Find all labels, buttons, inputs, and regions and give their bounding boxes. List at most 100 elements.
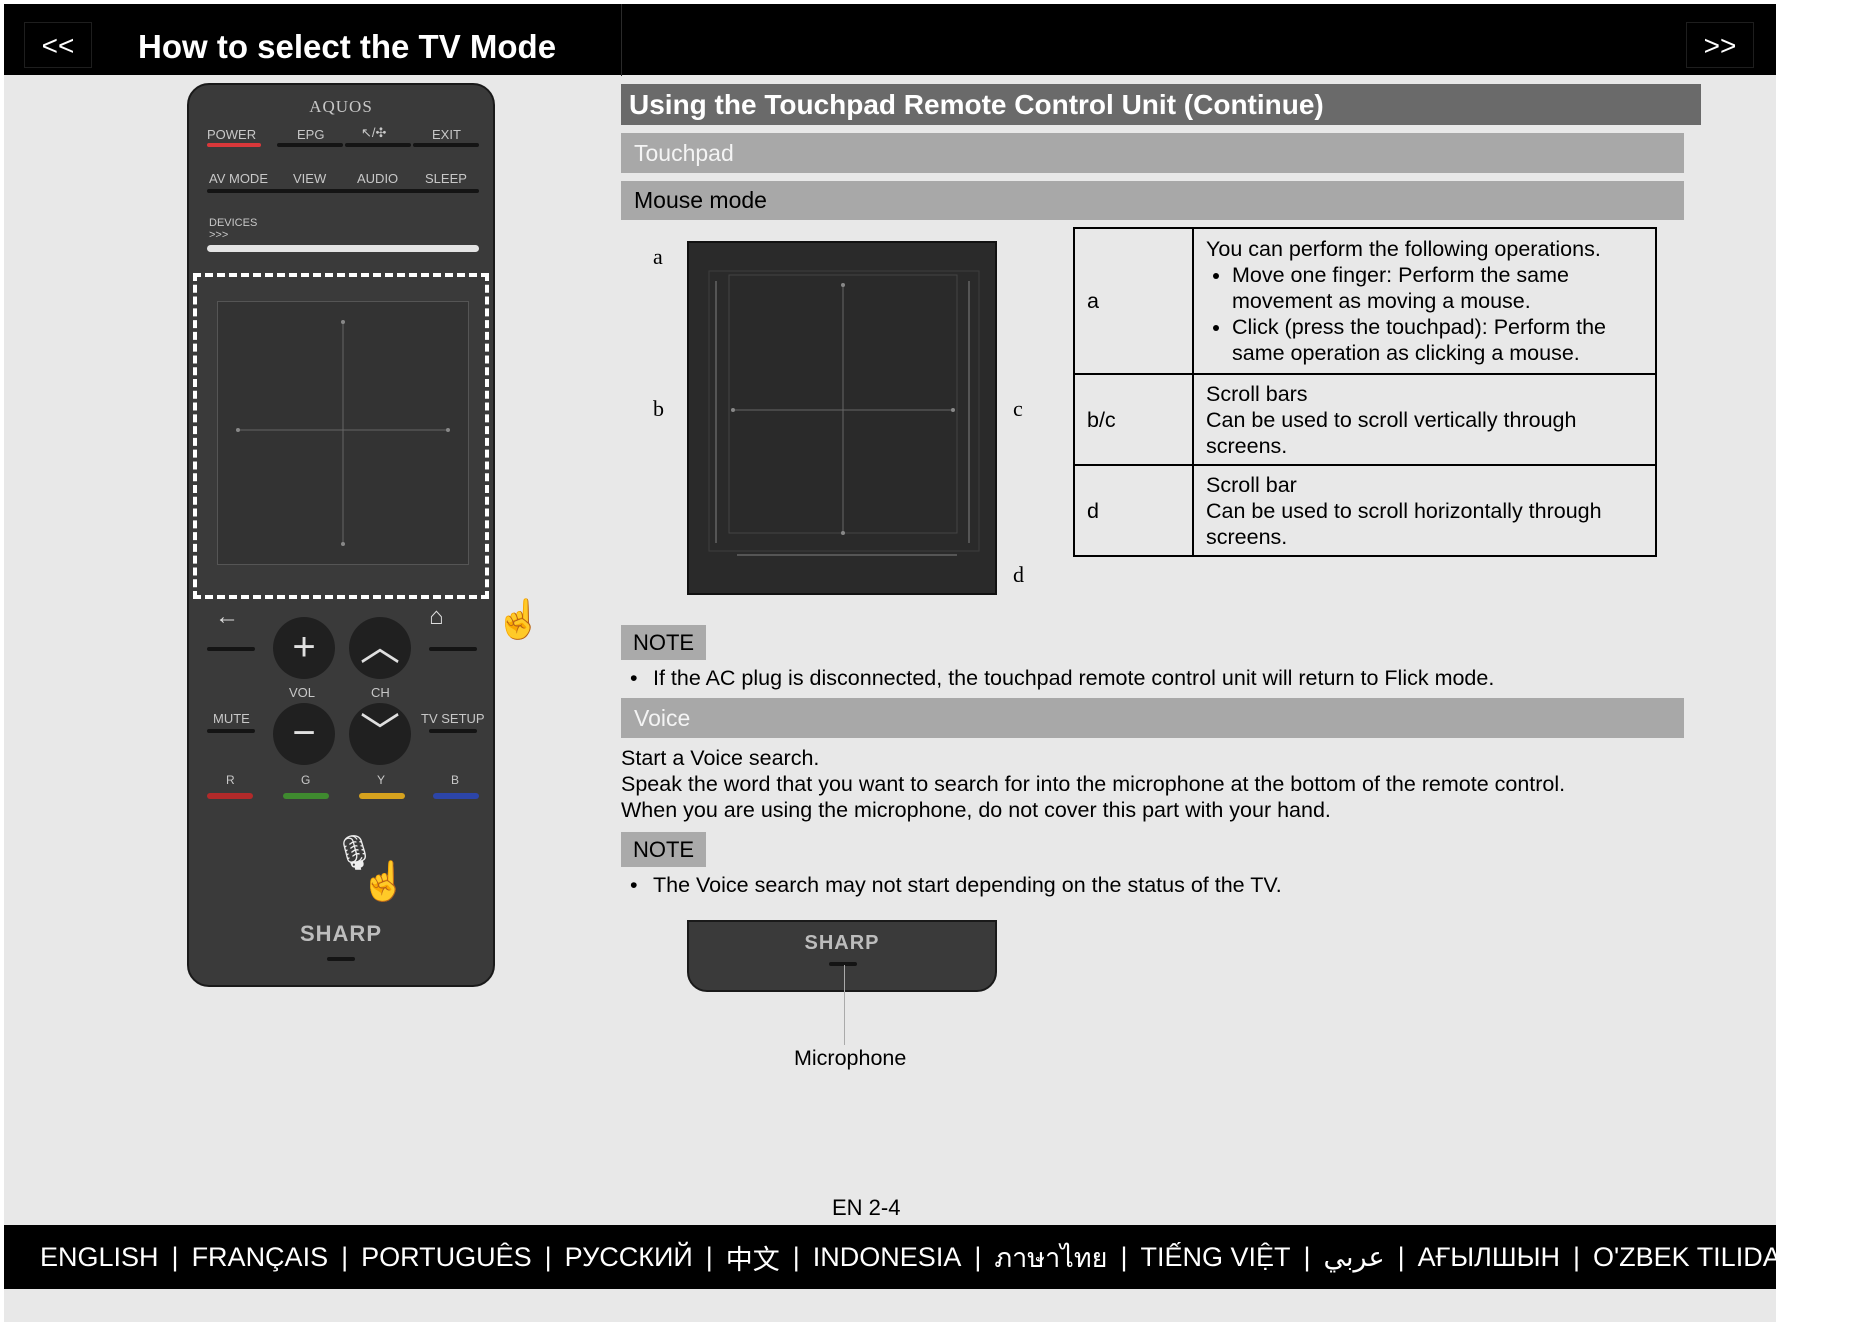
- mouse-mode-heading: Mouse mode: [621, 181, 1684, 220]
- table-row: a You can perform the following operatio…: [1073, 227, 1657, 375]
- note-bullet: •: [630, 666, 638, 690]
- language-separator: |: [171, 1241, 179, 1272]
- yellow-key-label: Y: [377, 773, 386, 787]
- red-key-label: R: [226, 773, 235, 787]
- table-row: d Scroll bar Can be used to scroll horiz…: [1073, 464, 1657, 557]
- remote-bottom-illustration: SHARP: [687, 920, 997, 992]
- back-key: [207, 647, 255, 651]
- note-text: If the AC plug is disconnected, the touc…: [653, 666, 1495, 690]
- section-heading: Using the Touchpad Remote Control Unit (…: [621, 84, 1701, 125]
- microphone-caption: Microphone: [794, 1046, 907, 1070]
- view-key-label: VIEW: [293, 171, 327, 186]
- language-link[interactable]: ภาษาไทย: [994, 1236, 1107, 1279]
- back-icon: ←: [215, 603, 239, 630]
- pointing-hand-icon: ☝: [495, 599, 543, 641]
- remote-mic-slot: [327, 957, 355, 961]
- epg-key: [277, 143, 343, 147]
- vol-label: VOL: [289, 685, 316, 700]
- language-link[interactable]: PORTUGUÊS: [361, 1242, 532, 1273]
- table-desc: Scroll bars Can be used to scroll vertic…: [1192, 373, 1657, 466]
- diagram-label-d: d: [1013, 562, 1024, 587]
- next-page-button[interactable]: >>: [1686, 22, 1754, 68]
- devices-bar: [207, 245, 479, 252]
- language-link[interactable]: АҒЫЛШЫН: [1418, 1242, 1560, 1273]
- aquos-logo: AQUOS: [309, 97, 373, 116]
- microphone-leader-line: [844, 965, 845, 1045]
- yellow-key: [359, 793, 405, 799]
- ch-down-icon: ﹀: [349, 703, 411, 765]
- diagram-label-b: b: [653, 396, 664, 421]
- language-link[interactable]: عربي: [1324, 1242, 1385, 1273]
- blue-key: [433, 793, 479, 799]
- operations-table: a You can perform the following operatio…: [1073, 227, 1657, 557]
- power-key: [207, 143, 261, 147]
- green-key-label: G: [301, 773, 311, 787]
- vol-down-icon: −: [273, 703, 335, 765]
- power-key-label: POWER: [207, 127, 257, 142]
- language-link[interactable]: O'ZBEK TILIDA: [1593, 1242, 1781, 1273]
- table-text: Can be used to scroll horizontally throu…: [1206, 498, 1602, 549]
- voice-line: Speak the word that you want to search f…: [621, 772, 1566, 796]
- table-title: Scroll bar: [1206, 472, 1297, 497]
- exit-key-label: EXIT: [432, 127, 461, 142]
- note-label: NOTE: [621, 625, 706, 660]
- table-title: Scroll bars: [1206, 381, 1308, 406]
- devices-key-label: DEVICES: [209, 217, 258, 229]
- red-key: [207, 793, 253, 799]
- exit-key: [413, 143, 479, 147]
- note-text: The Voice search may not start depending…: [653, 873, 1282, 897]
- language-link[interactable]: РУССКИЙ: [565, 1242, 693, 1273]
- mute-key-label: MUTE: [213, 711, 250, 726]
- pointer-key: [345, 143, 411, 147]
- table-key: b/c: [1073, 373, 1194, 466]
- list-item: Move one finger: Perform the same moveme…: [1232, 262, 1643, 314]
- sharp-logo: SHARP: [804, 932, 880, 954]
- ch-label: CH: [371, 685, 390, 700]
- diagram-label-c: c: [1013, 396, 1023, 421]
- home-icon: ⌂: [429, 603, 444, 630]
- table-key: d: [1073, 464, 1194, 557]
- language-separator: |: [792, 1241, 800, 1272]
- table-intro: You can perform the following operations…: [1206, 237, 1601, 261]
- language-link[interactable]: TIẾNG VIỆT: [1140, 1242, 1290, 1273]
- language-separator: |: [705, 1241, 713, 1272]
- table-row: b/c Scroll bars Can be used to scroll ve…: [1073, 373, 1657, 466]
- devices-arrows: >>>: [209, 229, 229, 241]
- voice-heading: Voice: [621, 698, 1684, 738]
- list-item: Click (press the touchpad): Perform the …: [1232, 314, 1643, 366]
- table-desc: You can perform the following operations…: [1192, 227, 1657, 375]
- pointing-hand-icon-mic: ☝: [360, 861, 408, 903]
- language-separator: |: [1120, 1241, 1128, 1272]
- touchpad-highlight: [193, 273, 489, 599]
- table-key: a: [1073, 227, 1194, 375]
- tv-setup-key: [429, 729, 477, 733]
- language-separator: |: [974, 1241, 982, 1272]
- note-label: NOTE: [621, 832, 706, 867]
- table-text: Can be used to scroll vertically through…: [1206, 407, 1577, 458]
- sharp-logo: SHARP: [299, 921, 382, 946]
- voice-line: Start a Voice search.: [621, 746, 820, 770]
- previous-page-button[interactable]: <<: [24, 22, 92, 68]
- av-mode-key-label: AV MODE: [209, 171, 268, 186]
- sleep-key-label: SLEEP: [425, 171, 467, 186]
- language-link[interactable]: FRANÇAIS: [192, 1242, 329, 1273]
- ch-up-icon: ︿: [349, 617, 411, 679]
- language-link[interactable]: ENGLISH: [40, 1242, 159, 1273]
- language-separator: |: [1303, 1241, 1311, 1272]
- language-separator: |: [1397, 1241, 1405, 1272]
- touchpad-diagram-lines: [708, 270, 980, 556]
- epg-key-label: EPG: [297, 127, 325, 142]
- language-link[interactable]: 中文: [726, 1238, 780, 1277]
- note-bullet: •: [630, 873, 638, 897]
- language-link[interactable]: INDONESIA: [813, 1242, 962, 1273]
- page-number: EN 2-4: [832, 1195, 901, 1220]
- remote-control-illustration: AQUOS POWER EPG ↖/✣ EXIT AV MODE VIEW AU…: [187, 83, 495, 987]
- touchpad-heading: Touchpad: [621, 133, 1684, 173]
- page-title: How to select the TV Mode: [138, 28, 557, 65]
- tv-setup-key-label: TV SETUP: [421, 711, 485, 726]
- microphone-slot: [829, 962, 857, 966]
- av-keys-row: [207, 189, 479, 193]
- blue-key-label: B: [451, 773, 460, 787]
- operations-list: Move one finger: Perform the same moveme…: [1206, 262, 1643, 366]
- language-separator: |: [341, 1241, 349, 1272]
